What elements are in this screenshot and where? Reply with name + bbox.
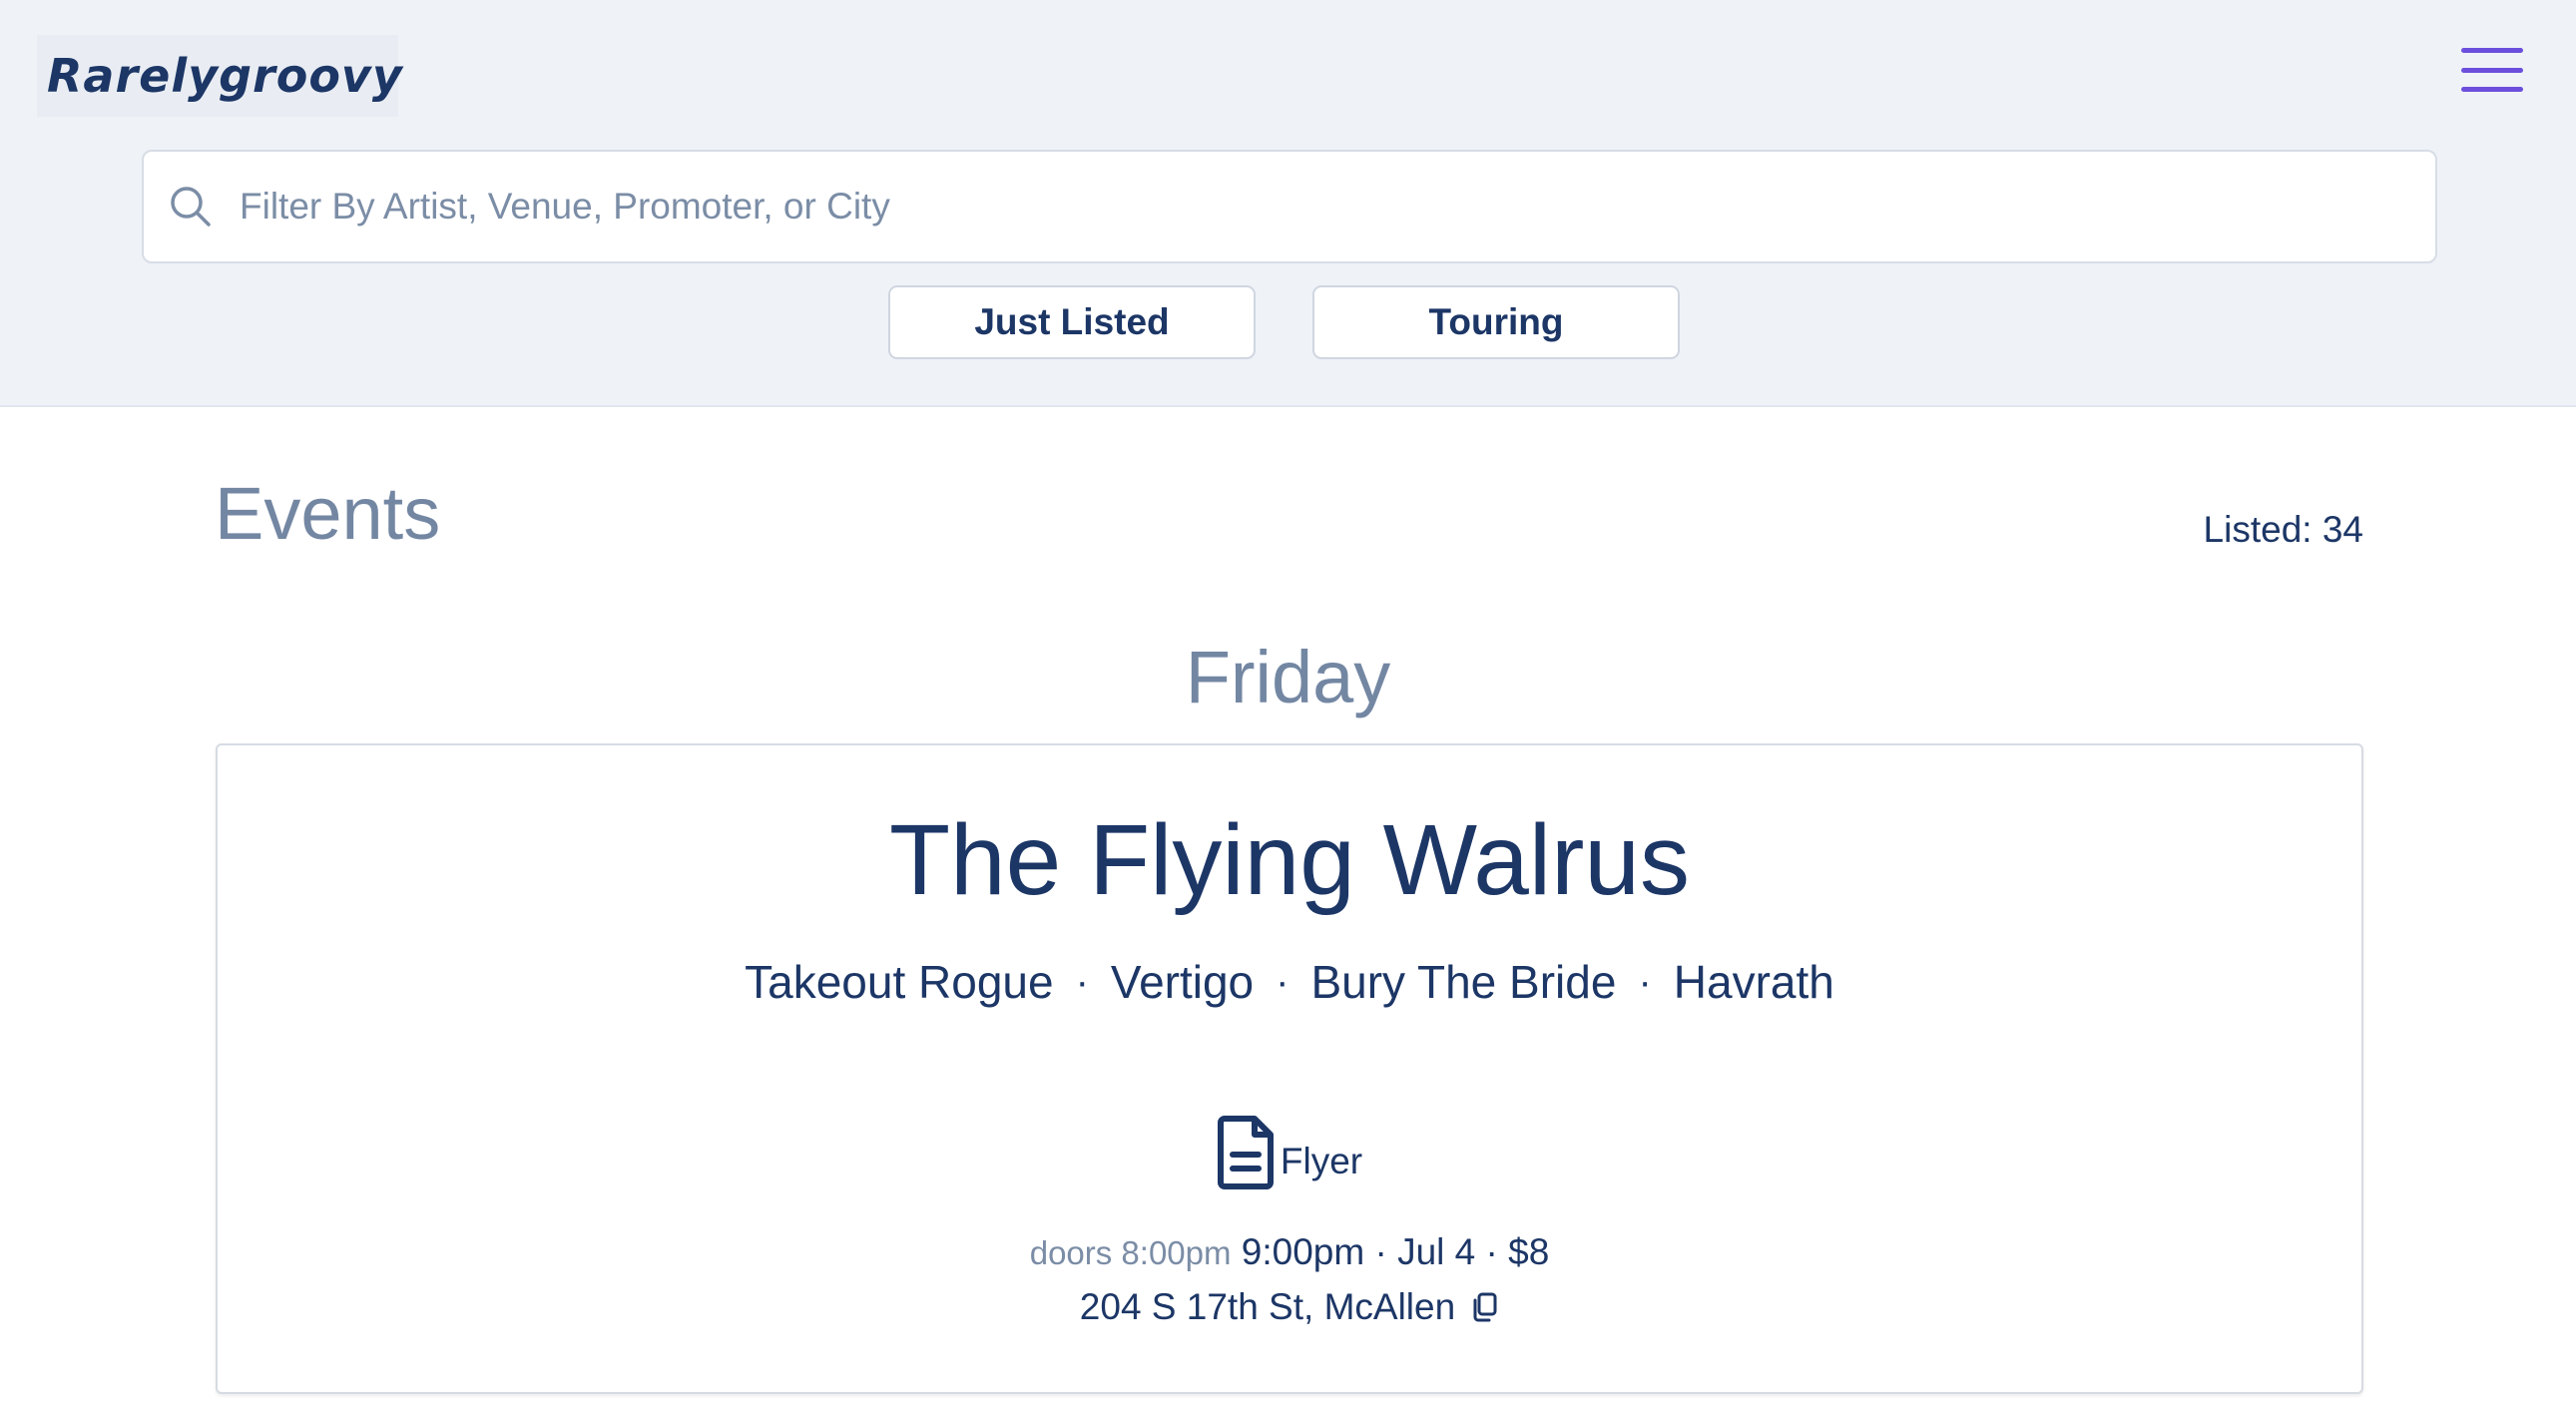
event-address: 204 S 17th St, McAllen	[1079, 1286, 1456, 1327]
search-input[interactable]	[240, 152, 2435, 261]
event-address-line: 204 S 17th St, McAllen	[218, 1286, 2361, 1328]
search-icon	[171, 187, 211, 227]
day-heading: Friday	[1185, 636, 1391, 718]
brand-name: Rarelygroovy	[47, 49, 403, 103]
event-card: The Flying Walrus Takeout Rogue · Vertig…	[216, 743, 2363, 1394]
event-time-line: doors 8:00pm 9:00pm · Jul 4 · $8	[218, 1231, 2361, 1273]
artist-link[interactable]: Bury The Bride	[1306, 955, 1620, 1009]
artist-separator: ·	[1075, 959, 1089, 1004]
brand-logo[interactable]: Rarelygroovy	[37, 35, 402, 117]
flyer-link[interactable]: Flyer	[218, 1115, 2361, 1190]
artist-link[interactable]: Vertigo	[1107, 955, 1258, 1009]
copy-icon[interactable]	[1471, 1292, 1499, 1322]
hamburger-menu-icon[interactable]	[2461, 48, 2523, 92]
artist-link[interactable]: Takeout Rogue	[741, 955, 1057, 1009]
artist-separator: ·	[1638, 959, 1652, 1004]
venue-name[interactable]: The Flying Walrus	[218, 805, 2361, 915]
page-title: Events	[215, 472, 441, 555]
document-icon	[1217, 1116, 1274, 1189]
touring-button[interactable]: Touring	[1312, 285, 1680, 359]
flyer-label: Flyer	[1280, 1141, 1363, 1181]
event-details: 9:00pm · Jul 4 · $8	[1241, 1231, 1550, 1272]
artist-link[interactable]: Havrath	[1670, 955, 1838, 1009]
artist-list: Takeout Rogue · Vertigo · Bury The Bride…	[218, 955, 2361, 1009]
search-bar[interactable]	[142, 150, 2437, 263]
top-header: Rarelygroovy Just Listed Touring	[0, 0, 2576, 407]
doors-time: doors 8:00pm	[1029, 1234, 1232, 1271]
listed-count: Listed: 34	[2203, 509, 2363, 550]
artist-separator: ·	[1276, 959, 1289, 1004]
just-listed-button[interactable]: Just Listed	[888, 285, 1256, 359]
